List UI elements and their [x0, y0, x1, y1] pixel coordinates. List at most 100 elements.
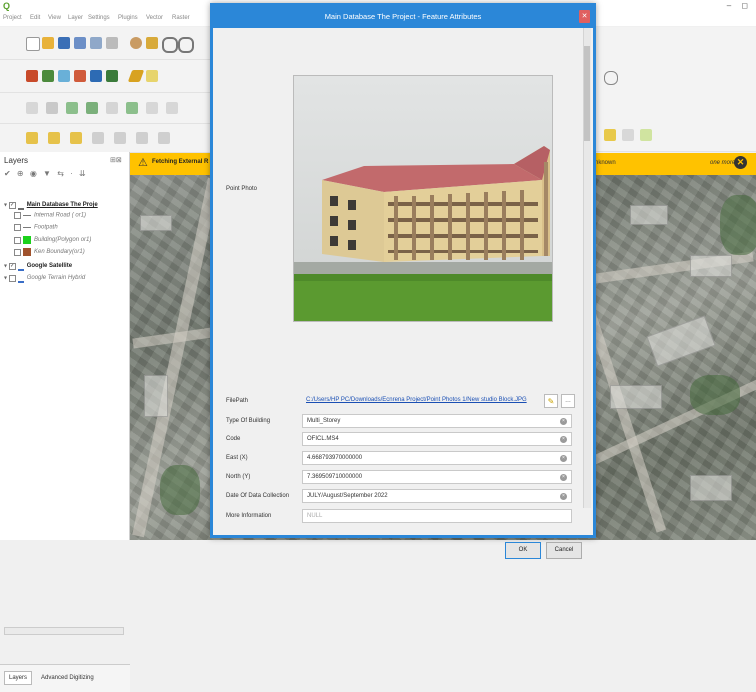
statistics-icon[interactable]	[158, 132, 170, 144]
add-spatialite-icon[interactable]	[74, 70, 86, 82]
clear-field-icon[interactable]: ×	[560, 493, 567, 500]
tab-layers[interactable]: Layers	[4, 671, 33, 685]
vertex-tool-icon[interactable]	[46, 102, 58, 114]
add-delimited-layer-icon[interactable]	[58, 70, 70, 82]
clear-field-icon[interactable]: ×	[560, 418, 567, 425]
zoom-out-icon[interactable]	[178, 37, 194, 53]
dialog-title: Main Database The Project - Feature Attr…	[213, 6, 593, 28]
layer-row[interactable]: ▾ ✓ Main Database The Proje	[4, 200, 98, 211]
add-wms-icon[interactable]	[106, 70, 118, 82]
layer-visibility-checkbox[interactable]	[14, 212, 21, 219]
raster-icon	[17, 273, 24, 283]
label-icon[interactable]	[622, 129, 634, 141]
file-path-link[interactable]: C:/Users/HP PC/Downloads/Ecnrena Project…	[302, 394, 542, 408]
add-ring-icon[interactable]	[86, 102, 98, 114]
map-vegetation	[690, 375, 740, 415]
menu-project[interactable]: Project	[3, 15, 22, 21]
layer-visibility-checkbox[interactable]	[14, 236, 21, 244]
pencil-icon[interactable]	[146, 70, 158, 82]
cancel-button[interactable]: Cancel	[546, 542, 582, 559]
toggle-editing-icon[interactable]	[127, 70, 145, 82]
layer-visibility-checkbox[interactable]	[14, 224, 21, 231]
dialog-close-button[interactable]: ✕	[579, 10, 590, 23]
add-postgis-icon[interactable]	[90, 70, 102, 82]
attribute-input[interactable]: JULY/August/September 2022 ×	[302, 489, 572, 503]
tab-advanced-digitizing[interactable]: Advanced Digitizing	[36, 671, 99, 685]
attribute-row: FilePath C:/Users/HP PC/Downloads/Ecnrena…	[226, 394, 576, 409]
layer-row[interactable]: Ken Boundary(or1)	[14, 248, 85, 259]
menu-plugins[interactable]: Plugins	[118, 15, 138, 21]
measure-icon[interactable]	[604, 71, 618, 85]
map-building	[690, 255, 732, 277]
select-features-icon[interactable]	[26, 132, 38, 144]
layer-visibility-checkbox[interactable]: ✓	[8, 262, 16, 270]
attribute-input[interactable]: 4.668793970000000 ×	[302, 451, 572, 465]
layer-row[interactable]: ▾ Google Terrain Hybrid	[4, 273, 85, 284]
layer-row[interactable]: Internal Road ( or1)	[14, 212, 86, 223]
map-vegetation	[160, 465, 200, 515]
attribute-input[interactable]: 7.369509710000000 ×	[302, 470, 572, 484]
attribute-table-icon[interactable]	[114, 132, 126, 144]
message-text: Fetching External R	[152, 159, 209, 165]
layer-name: Building(Polygon or1)	[34, 237, 92, 243]
new-project-icon[interactable]	[26, 37, 40, 51]
layer-visibility-checkbox[interactable]: ✓	[8, 201, 16, 209]
line-symbol-icon	[23, 215, 31, 216]
rotate-icon[interactable]	[166, 102, 178, 114]
pan-icon[interactable]	[130, 37, 142, 49]
map-building	[140, 215, 172, 231]
save-as-icon[interactable]	[74, 37, 86, 49]
merge-icon[interactable]	[126, 102, 138, 114]
zoom-in-icon[interactable]	[162, 37, 178, 53]
menu-settings[interactable]: Settings	[88, 15, 110, 21]
attribute-row: North (Y) 7.369509710000000 ×	[226, 470, 576, 485]
scrollbar-thumb[interactable]	[584, 46, 590, 141]
toolbar-file	[0, 27, 215, 60]
identify-icon[interactable]	[92, 132, 104, 144]
window-controls[interactable]: – ◻	[727, 1, 752, 10]
horizontal-scrollbar[interactable]	[4, 627, 124, 635]
attribute-input[interactable]: NULL	[302, 509, 572, 523]
field-calculator-icon[interactable]	[136, 132, 148, 144]
menu-vector[interactable]: Vector	[146, 15, 163, 21]
ok-button[interactable]: OK	[505, 542, 541, 559]
clear-field-icon[interactable]: ×	[560, 455, 567, 462]
digitize-icon[interactable]	[26, 102, 38, 114]
deselect-icon[interactable]	[70, 132, 82, 144]
panel-float-close-icons[interactable]: ⊞⊠	[110, 156, 122, 164]
reshape-icon[interactable]	[106, 102, 118, 114]
style-manager-icon[interactable]	[106, 37, 118, 49]
clear-field-icon[interactable]: ×	[560, 474, 567, 481]
close-icon[interactable]: ✕	[734, 156, 747, 169]
add-polygon-icon[interactable]	[66, 102, 78, 114]
open-project-icon[interactable]	[42, 37, 54, 49]
select-by-value-icon[interactable]	[48, 132, 60, 144]
menu-layer[interactable]: Layer	[68, 15, 83, 21]
pan-to-selection-icon[interactable]	[146, 37, 158, 49]
attribute-label: North (Y)	[226, 474, 251, 480]
attribute-label: FilePath	[226, 398, 249, 404]
layer-row[interactable]: Building(Polygon or1)	[14, 236, 91, 247]
split-icon[interactable]	[146, 102, 158, 114]
add-vector-layer-icon[interactable]	[26, 70, 38, 82]
attribute-label: Date Of Data Collection	[226, 493, 290, 499]
attribute-input[interactable]: Multi_Storey ×	[302, 414, 572, 428]
layer-row[interactable]: Footpath	[14, 224, 58, 235]
layer-row[interactable]: ▾ ✓ Google Satellite	[4, 261, 72, 272]
print-layout-icon[interactable]	[90, 37, 102, 49]
layer-name: Google Terrain Hybrid	[26, 275, 86, 281]
toolbar-digitizing	[0, 93, 215, 124]
save-project-icon[interactable]	[58, 37, 70, 49]
menu-edit[interactable]: Edit	[30, 15, 40, 21]
snapping-icon[interactable]	[604, 129, 616, 141]
layer-visibility-checkbox[interactable]	[14, 248, 21, 256]
menu-raster[interactable]: Raster	[172, 15, 190, 21]
clear-field-icon[interactable]: ×	[560, 436, 567, 443]
attribute-input[interactable]: OFICL.MS4 ×	[302, 432, 572, 446]
layer-panel-toolbar[interactable]: ✔ ⊕ ◉ ▼ ⇆ · ⇊	[4, 169, 88, 178]
menu-view[interactable]: View	[48, 15, 61, 21]
add-raster-layer-icon[interactable]	[42, 70, 54, 82]
layer-visibility-checkbox[interactable]	[8, 274, 16, 282]
pin-labels-icon[interactable]	[640, 129, 652, 141]
message-more-link[interactable]: one more	[710, 160, 735, 166]
